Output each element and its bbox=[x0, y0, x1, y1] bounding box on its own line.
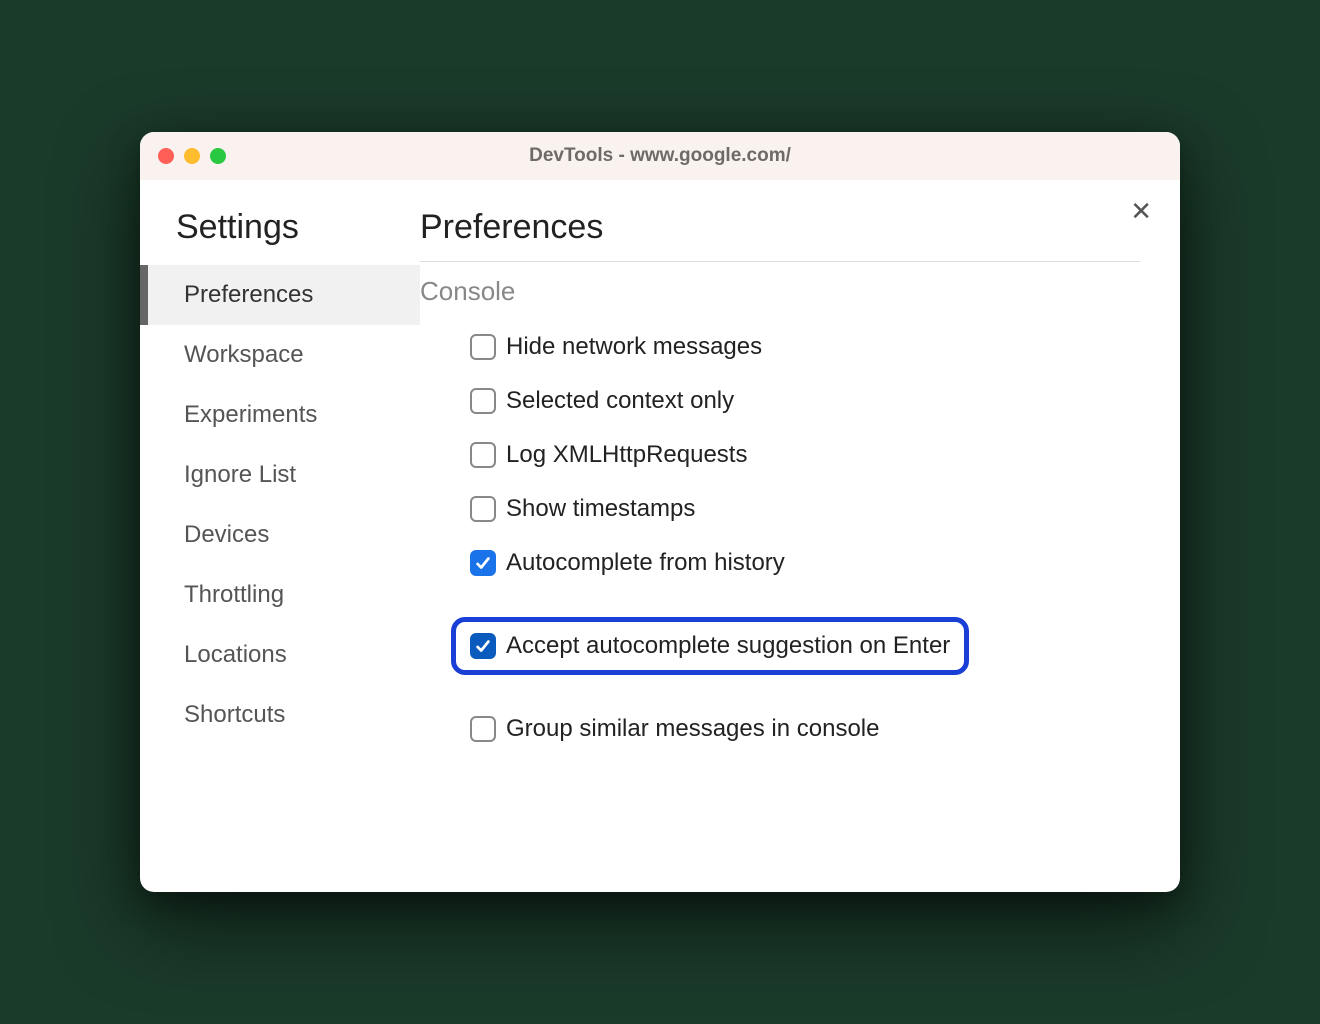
close-settings-button[interactable]: ✕ bbox=[1130, 198, 1152, 224]
option-accept-autocomplete-suggestion-on-enter[interactable]: Accept autocomplete suggestion on Enter bbox=[451, 617, 969, 675]
option-group-similar-messages-in-console[interactable]: Group similar messages in console bbox=[470, 715, 1140, 743]
checkbox[interactable] bbox=[470, 442, 496, 468]
console-options: Hide network messages Selected context on… bbox=[420, 333, 1140, 743]
option-label: Selected context only bbox=[506, 387, 734, 415]
check-icon bbox=[474, 637, 492, 655]
settings-sidebar: Settings PreferencesWorkspaceExperiments… bbox=[140, 180, 420, 892]
option-selected-context-only[interactable]: Selected context only bbox=[470, 387, 1140, 415]
titlebar: DevTools - www.google.com/ bbox=[140, 132, 1180, 180]
sidebar-item-devices[interactable]: Devices bbox=[140, 505, 420, 565]
option-label: Group similar messages in console bbox=[506, 715, 880, 743]
checkbox[interactable] bbox=[470, 633, 496, 659]
zoom-window-button[interactable] bbox=[210, 148, 226, 164]
traffic-lights bbox=[158, 148, 226, 164]
option-label: Log XMLHttpRequests bbox=[506, 441, 747, 469]
sidebar-item-preferences[interactable]: Preferences bbox=[140, 265, 420, 325]
option-label: Show timestamps bbox=[506, 495, 695, 523]
option-label: Hide network messages bbox=[506, 333, 762, 361]
check-icon bbox=[474, 554, 492, 572]
sidebar-item-ignore-list[interactable]: Ignore List bbox=[140, 445, 420, 505]
option-autocomplete-from-history[interactable]: Autocomplete from history bbox=[470, 549, 1140, 577]
sidebar-item-throttling[interactable]: Throttling bbox=[140, 565, 420, 625]
checkbox[interactable] bbox=[470, 550, 496, 576]
close-icon: ✕ bbox=[1130, 196, 1152, 226]
window-title: DevTools - www.google.com/ bbox=[140, 145, 1180, 167]
option-log-xmlhttprequests[interactable]: Log XMLHttpRequests bbox=[470, 441, 1140, 469]
option-label: Accept autocomplete suggestion on Enter bbox=[506, 632, 950, 660]
settings-title: Settings bbox=[140, 208, 420, 265]
settings-body: ✕ Settings PreferencesWorkspaceExperimen… bbox=[140, 180, 1180, 892]
sidebar-item-locations[interactable]: Locations bbox=[140, 625, 420, 685]
sidebar-item-shortcuts[interactable]: Shortcuts bbox=[140, 685, 420, 745]
devtools-window: DevTools - www.google.com/ ✕ Settings Pr… bbox=[140, 132, 1180, 892]
checkbox[interactable] bbox=[470, 716, 496, 742]
close-window-button[interactable] bbox=[158, 148, 174, 164]
settings-main: Preferences Console Hide network message… bbox=[420, 180, 1180, 892]
section-title-console: Console bbox=[420, 276, 1140, 307]
option-hide-network-messages[interactable]: Hide network messages bbox=[470, 333, 1140, 361]
option-show-timestamps[interactable]: Show timestamps bbox=[470, 495, 1140, 523]
checkbox[interactable] bbox=[470, 334, 496, 360]
sidebar-item-experiments[interactable]: Experiments bbox=[140, 385, 420, 445]
minimize-window-button[interactable] bbox=[184, 148, 200, 164]
checkbox[interactable] bbox=[470, 388, 496, 414]
option-label: Autocomplete from history bbox=[506, 549, 785, 577]
page-title: Preferences bbox=[420, 208, 1140, 262]
sidebar-item-workspace[interactable]: Workspace bbox=[140, 325, 420, 385]
checkbox[interactable] bbox=[470, 496, 496, 522]
